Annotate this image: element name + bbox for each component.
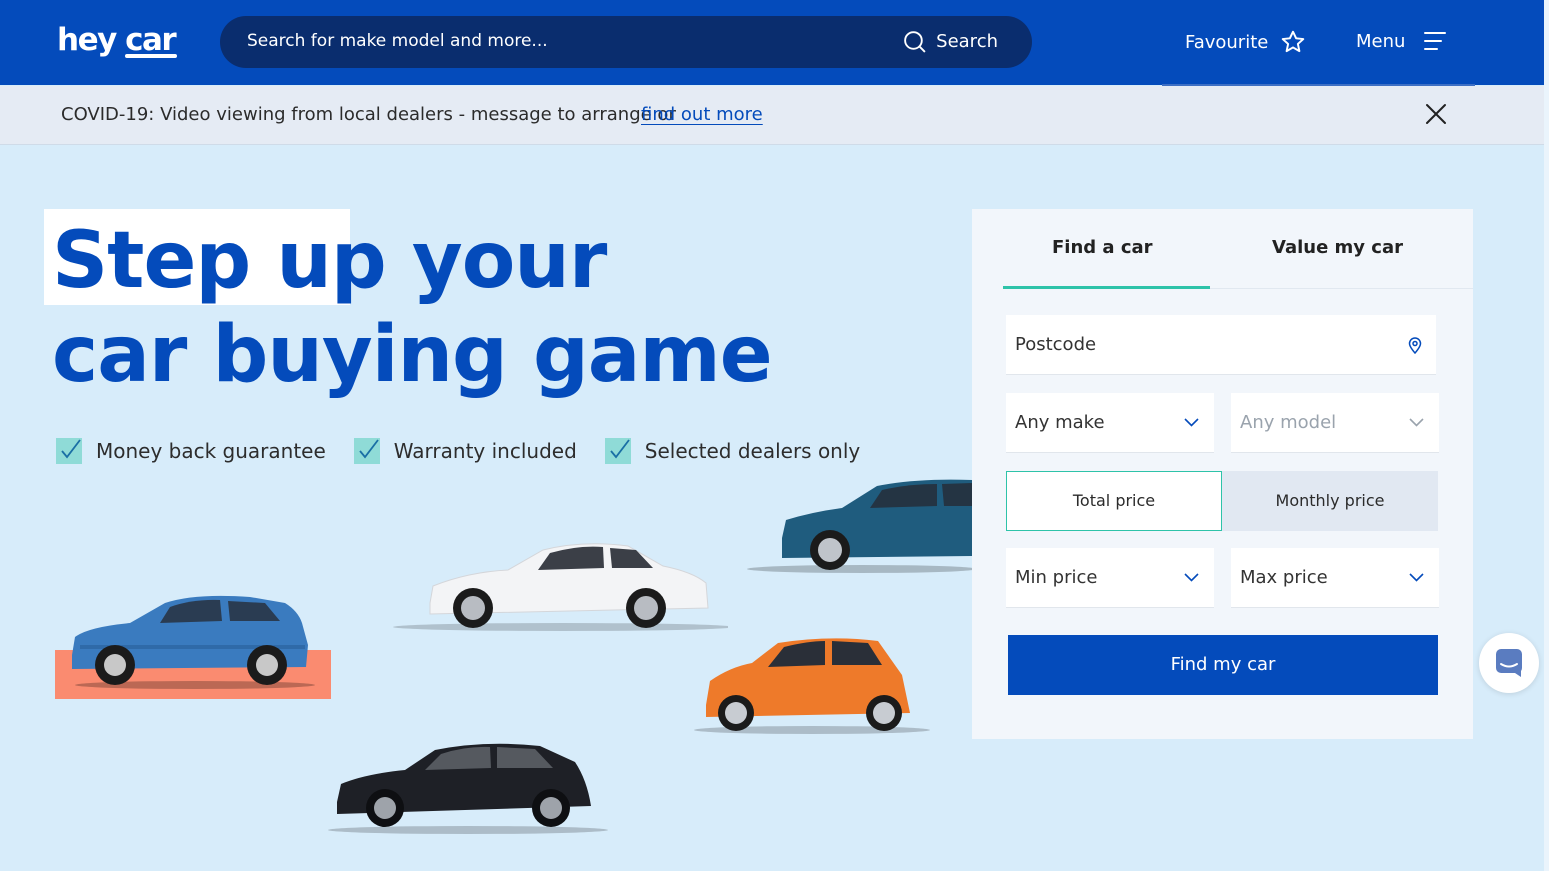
postcode-placeholder: Postcode — [1015, 334, 1097, 355]
monthly-price-toggle[interactable]: Monthly price — [1222, 471, 1438, 531]
find-out-more-link[interactable]: find out more — [641, 104, 763, 125]
chat-icon — [1496, 649, 1522, 677]
benefit-label: Money back guarantee — [96, 439, 326, 463]
model-select[interactable]: Any model — [1231, 393, 1439, 453]
banner-text: COVID-19: Video viewing from local deale… — [61, 104, 676, 125]
chevron-down-icon — [1184, 573, 1199, 582]
chat-launcher[interactable] — [1479, 633, 1539, 693]
white-sedan-image — [393, 543, 728, 631]
benefit-label: Selected dealers only — [644, 439, 861, 463]
benefit-item: Selected dealers only — [604, 438, 861, 464]
model-select-value: Any model — [1240, 412, 1337, 433]
headline-highlighted-words: Step up — [52, 216, 387, 306]
favourite-link[interactable]: Favourite — [1185, 29, 1306, 55]
chevron-down-icon — [1184, 418, 1199, 427]
hero-headline: Step up your car buying game — [52, 214, 773, 402]
headline-line-2: car buying game — [52, 310, 773, 400]
tab-value-my-car[interactable]: Value my car — [1272, 237, 1403, 258]
find-car-card: Find a car Value my car Postcode Any mak… — [972, 209, 1473, 739]
benefit-list: Money back guarantee Warranty included S… — [56, 438, 860, 464]
search-button-label: Search — [936, 31, 998, 52]
postcode-field[interactable]: Postcode — [1006, 315, 1436, 375]
global-search-bar[interactable]: Search for make model and more... Search — [220, 16, 1032, 68]
find-my-car-button[interactable]: Find my car — [1008, 635, 1438, 695]
location-pin-icon — [1408, 337, 1422, 354]
teal-hatchback-image — [747, 479, 972, 573]
hamburger-icon — [1424, 32, 1447, 50]
menu-label: Menu — [1356, 30, 1406, 52]
chevron-down-icon — [1409, 573, 1424, 582]
page-scroll-edge — [1544, 0, 1549, 871]
logo-hey: hey — [57, 22, 117, 58]
checkmark-icon — [353, 438, 380, 464]
benefit-label: Warranty included — [393, 439, 577, 463]
search-button[interactable]: Search — [902, 29, 998, 54]
benefit-item: Warranty included — [353, 438, 577, 464]
orange-city-car-image — [694, 638, 930, 734]
menu-button[interactable]: Menu — [1356, 29, 1447, 53]
max-price-value: Max price — [1240, 567, 1328, 588]
top-header: hey car Search for make model and more..… — [0, 0, 1549, 85]
max-price-select[interactable]: Max price — [1231, 548, 1439, 608]
close-icon[interactable] — [1425, 103, 1447, 125]
min-price-value: Min price — [1015, 567, 1098, 588]
logo-car: car — [125, 22, 177, 58]
black-hatchback-image — [328, 743, 608, 834]
covid-banner: COVID-19: Video viewing from local deale… — [0, 86, 1544, 145]
headline-word-your: your — [385, 216, 607, 306]
make-select[interactable]: Any make — [1006, 393, 1214, 453]
blue-suv-image — [72, 595, 315, 689]
checkmark-icon — [56, 438, 82, 464]
chevron-down-icon — [1409, 418, 1424, 427]
benefit-item: Money back guarantee — [56, 438, 326, 464]
checkmark-icon — [604, 438, 631, 464]
min-price-select[interactable]: Min price — [1006, 548, 1214, 608]
search-tabs: Find a car Value my car — [1003, 209, 1473, 289]
search-input[interactable]: Search for make model and more... — [247, 31, 548, 51]
search-icon — [904, 31, 926, 53]
total-price-toggle[interactable]: Total price — [1006, 471, 1222, 531]
star-icon — [1282, 30, 1305, 53]
favourite-label: Favourite — [1185, 31, 1269, 53]
active-tab-indicator — [1003, 286, 1210, 289]
tab-find-a-car[interactable]: Find a car — [1052, 237, 1153, 258]
heycar-logo[interactable]: hey car — [57, 20, 177, 60]
make-select-value: Any make — [1015, 412, 1105, 433]
